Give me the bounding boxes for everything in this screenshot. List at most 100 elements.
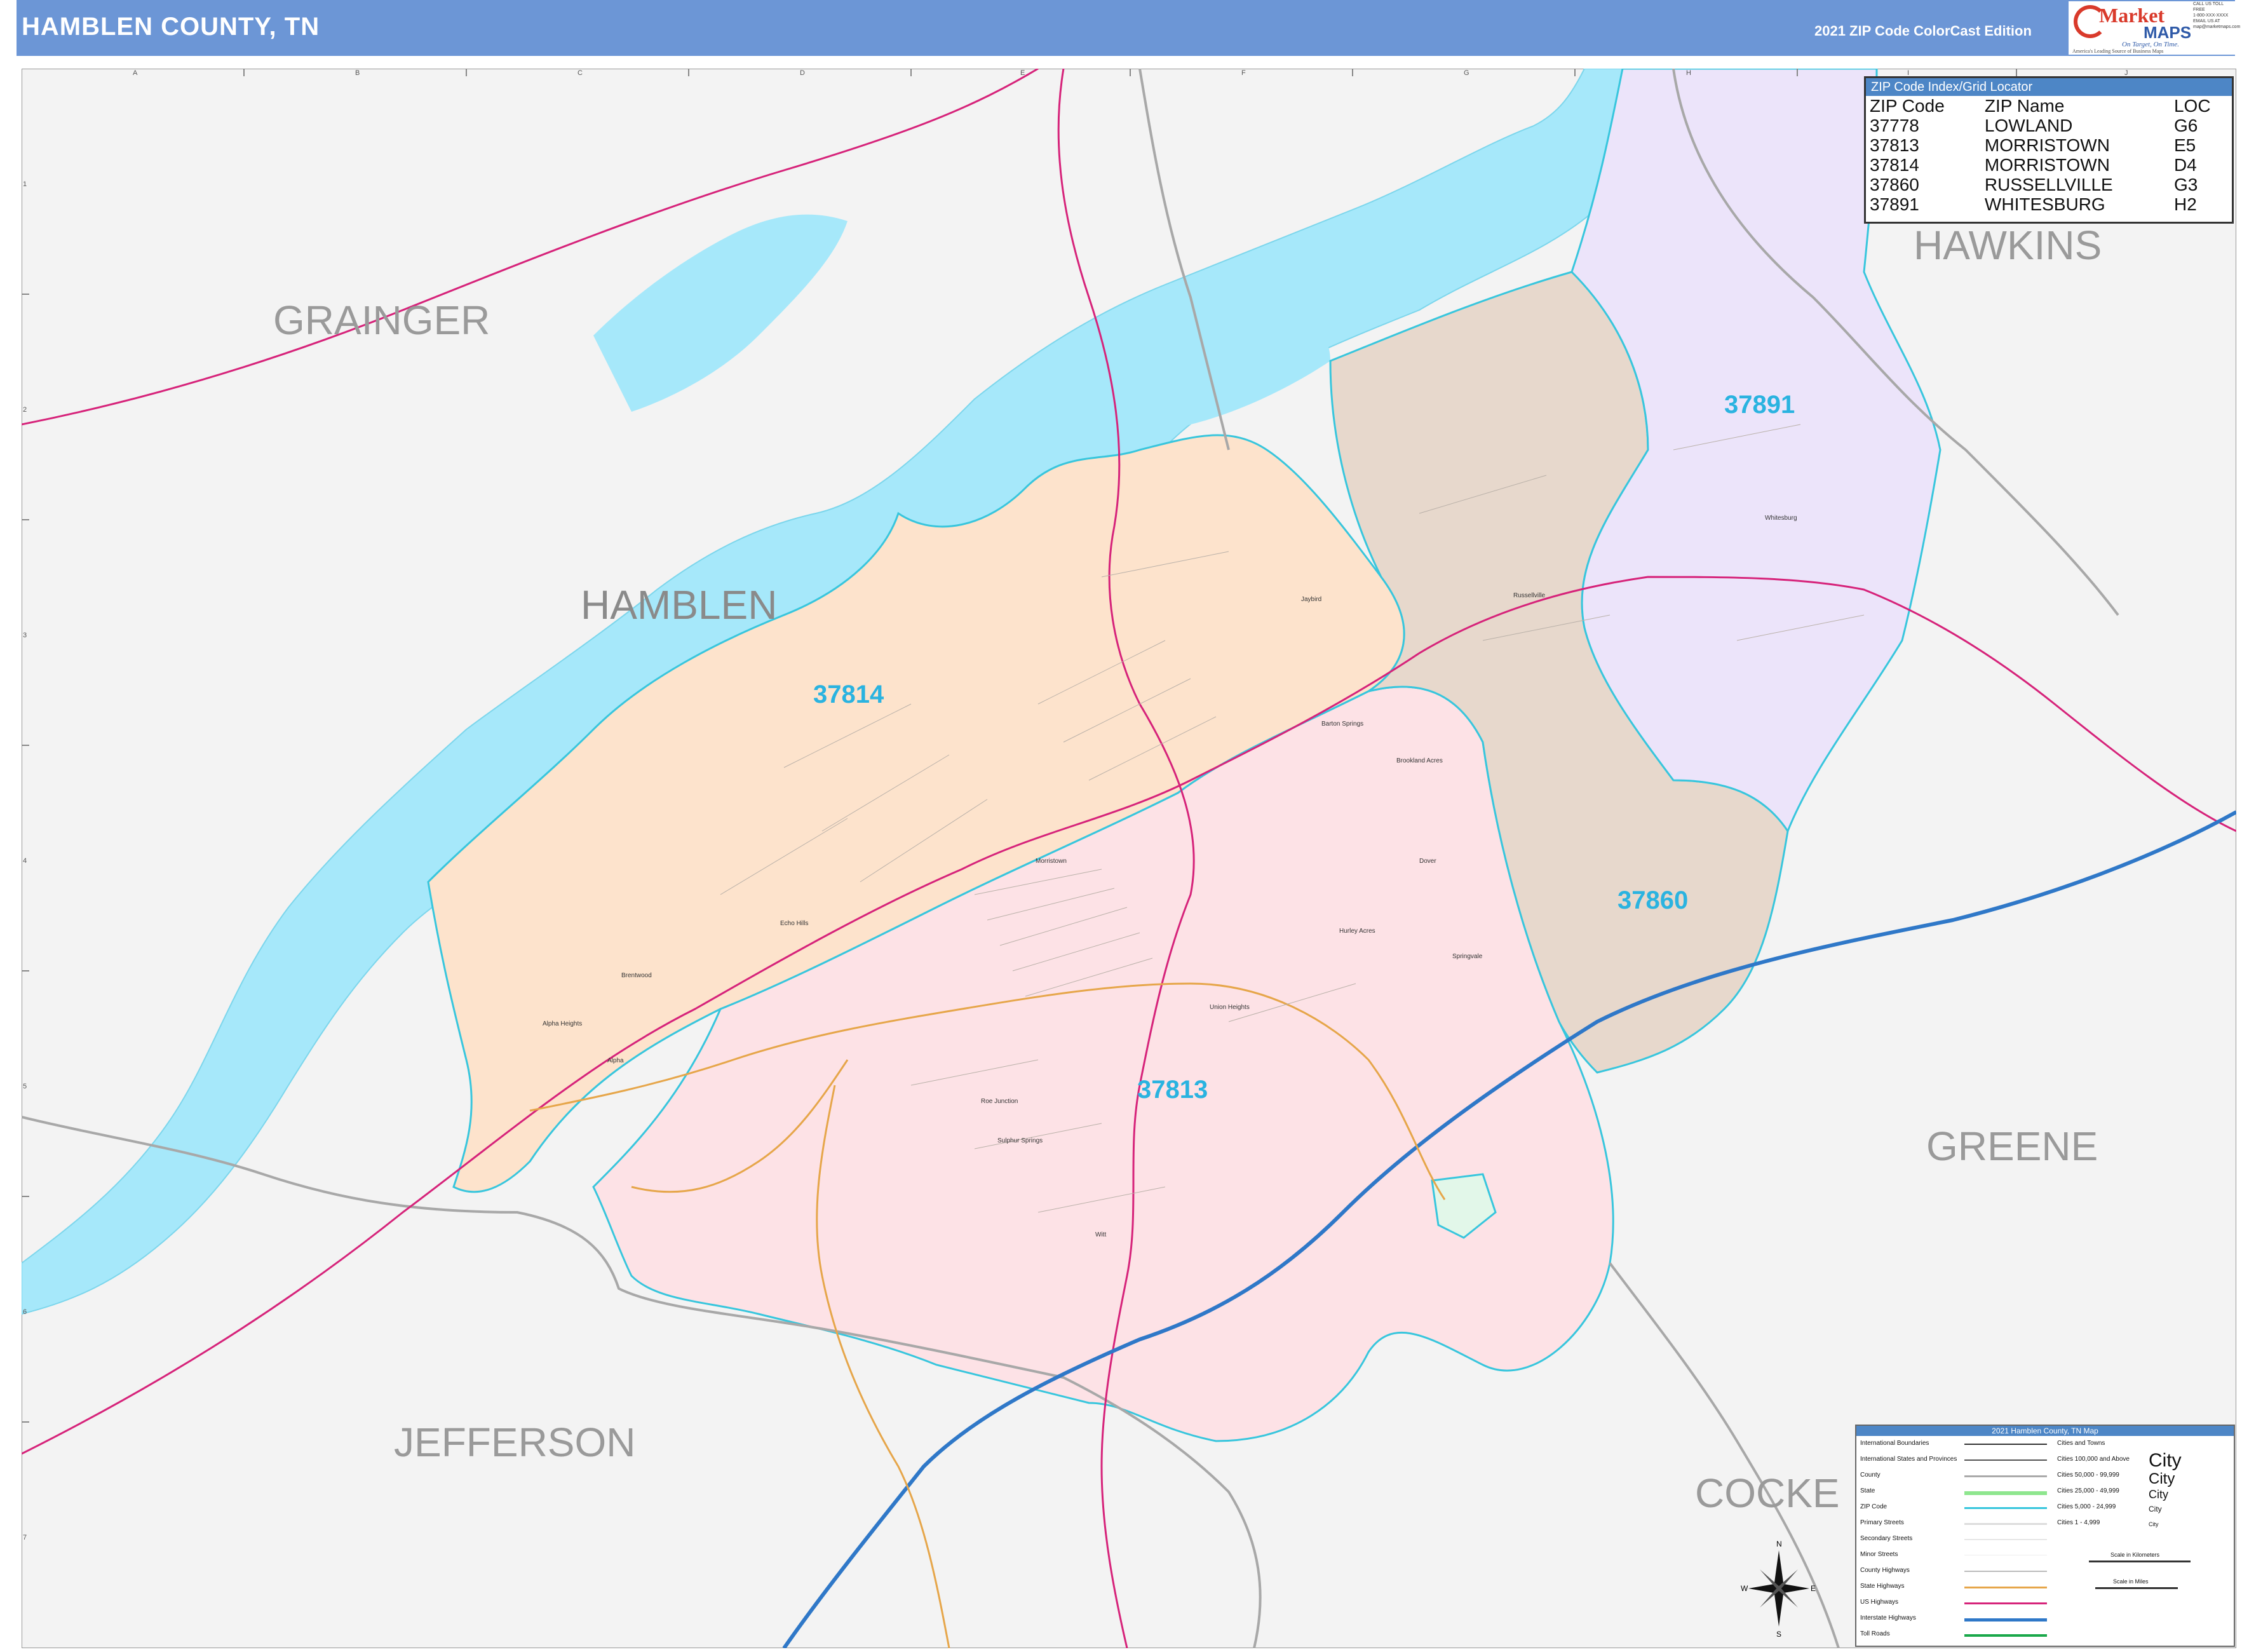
place-russellville: Russellville	[1513, 592, 1545, 599]
city-sample: City	[2149, 1505, 2162, 1513]
grid-row-3: 3	[23, 632, 27, 639]
city-sample: City	[2149, 1470, 2175, 1487]
legend-swatch	[1964, 1507, 2047, 1509]
scale-bar-km	[2089, 1561, 2191, 1562]
city-size-label: Cities 25,000 - 49,999	[2057, 1487, 2119, 1494]
zip-code-cell: 37860	[1870, 175, 1919, 194]
legend-swatch	[1964, 1634, 2047, 1637]
table-row: 37813 MORRISTOWN E5	[1866, 135, 2232, 155]
legend-item: Secondary Streets	[1860, 1535, 1913, 1542]
table-row: 37891 WHITESBURG H2	[1866, 194, 2232, 214]
legend-title: 2021 Hamblen County, TN Map	[1856, 1426, 2234, 1436]
zip-name-cell: WHITESBURG	[1984, 194, 2105, 214]
county-label-hamblen: HAMBLEN	[581, 582, 777, 628]
legend-swatch	[1964, 1523, 2047, 1525]
compass-e: E	[1811, 1584, 1816, 1593]
scale-bar-miles	[2095, 1587, 2178, 1589]
city-size-label: Cities 1 - 4,999	[2057, 1519, 2100, 1526]
table-row: 37778 LOWLAND G6	[1866, 116, 2232, 135]
county-label-grainger: GRAINGER	[273, 297, 490, 343]
legend-swatch	[1964, 1491, 2047, 1495]
place-hurley-acres: Hurley Acres	[1339, 928, 1375, 935]
city-sample-large: City	[2149, 1450, 2182, 1471]
map-title: HAMBLEN COUNTY, TN	[22, 13, 320, 41]
place-springvale: Springvale	[1452, 953, 1483, 960]
legend-item: Primary Streets	[1860, 1519, 1904, 1526]
map-header: HAMBLEN COUNTY, TN 2021 ZIP Code ColorCa…	[17, 0, 2235, 56]
grid-col-e: E	[1020, 69, 1025, 77]
zip-code-cell: 37891	[1870, 194, 1919, 214]
legend-item: Interstate Highways	[1860, 1615, 1916, 1622]
legend-item: State Highways	[1860, 1583, 1905, 1590]
legend-swatch	[1964, 1618, 2047, 1622]
legend-swatch	[1964, 1444, 2047, 1445]
grid-col-f: F	[1241, 69, 1246, 77]
loc-cell: H2	[2173, 194, 2197, 214]
contact-line: 1-800-XXX-XXXX	[2193, 13, 2229, 18]
city-size-label: Cities 50,000 - 99,999	[2057, 1472, 2119, 1479]
column-header: LOC	[2173, 96, 2211, 116]
column-header: ZIP Code	[1870, 96, 1945, 116]
county-label-greene: GREENE	[1926, 1123, 2098, 1169]
place-brookland-acres: Brookland Acres	[1396, 757, 1443, 764]
zip-index-header-row: ZIP Code ZIP Name LOC	[1866, 96, 2232, 116]
place-barton-springs: Barton Springs	[1321, 721, 1363, 728]
place-witt: Witt	[1095, 1231, 1106, 1238]
compass-rose-icon: N S W E	[1741, 1540, 1816, 1639]
table-row: 37814 MORRISTOWN D4	[1866, 155, 2232, 175]
place-echo-hills: Echo Hills	[780, 920, 808, 927]
zip-code-cell: 37814	[1870, 155, 1919, 175]
legend-item: State	[1860, 1487, 1875, 1494]
legend-item: County	[1860, 1472, 1881, 1479]
contact-line: EMAIL US AT	[2193, 19, 2220, 24]
legend-item: County Highways	[1860, 1567, 1910, 1574]
place-union-heights: Union Heights	[1210, 1004, 1250, 1011]
zip-index-table: ZIP Code Index/Grid Locator ZIP Code ZIP…	[1864, 76, 2234, 224]
loc-cell: D4	[2173, 155, 2197, 175]
zip-label-37813: 37813	[1137, 1076, 1208, 1104]
compass-w: W	[1741, 1584, 1748, 1593]
county-label-hawkins: HAWKINS	[1914, 222, 2102, 268]
county-map[interactable]: A B C D E F G H I J 1 2 3 4 5 6 7 GRAING…	[22, 69, 2236, 1648]
legend-item: International Boundaries	[1860, 1440, 1929, 1447]
scale-km-label: Scale in Kilometers	[2110, 1552, 2160, 1558]
zip-label-37860: 37860	[1617, 886, 1688, 914]
legend-swatch	[1964, 1459, 2047, 1461]
grid-row-4: 4	[23, 857, 27, 865]
grid-col-d: D	[800, 69, 805, 77]
county-label-cocke: COCKE	[1695, 1470, 1840, 1516]
place-brentwood: Brentwood	[621, 972, 652, 979]
market-maps-logo: Market MAPS On Target, On Time. America'…	[2069, 1, 2191, 55]
place-alpha-heights: Alpha Heights	[543, 1020, 582, 1027]
zip-index-title: ZIP Code Index/Grid Locator	[1866, 78, 2232, 96]
cities-header: Cities and Towns	[2057, 1440, 2105, 1447]
legend-swatch	[1964, 1539, 2047, 1540]
grid-row-5: 5	[23, 1083, 27, 1090]
contact-line: CALL US TOLL FREE	[2193, 2, 2224, 12]
logo-tagline: On Target, On Time.	[2122, 41, 2179, 48]
city-size-label: Cities 5,000 - 24,999	[2057, 1503, 2116, 1510]
place-dover: Dover	[1419, 858, 1436, 865]
legend-item: US Highways	[1860, 1599, 1899, 1606]
county-label-jefferson: JEFFERSON	[394, 1419, 635, 1465]
city-sample: City	[2149, 1488, 2168, 1501]
compass-n: N	[1776, 1540, 1782, 1548]
zip-index-grid: ZIP Code ZIP Name LOC 37778 LOWLAND G6 3…	[1866, 96, 2232, 214]
place-jaybird: Jaybird	[1301, 596, 1321, 603]
edition-label: 2021 ZIP Code ColorCast Edition	[1814, 23, 2032, 39]
column-header: ZIP Name	[1984, 96, 2065, 116]
zip-name-cell: RUSSELLVILLE	[1984, 175, 2113, 194]
grid-col-a: A	[133, 69, 138, 77]
compass-s: S	[1776, 1630, 1781, 1639]
grid-row-1: 1	[23, 180, 27, 188]
scale-miles-label: Scale in Miles	[2113, 1578, 2149, 1585]
logo-contact: CALL US TOLL FREE 1-800-XXX-XXXX EMAIL U…	[2191, 1, 2240, 55]
place-roe-junction: Roe Junction	[981, 1098, 1018, 1105]
grid-row-2: 2	[23, 406, 27, 414]
table-row: 37860 RUSSELLVILLE G3	[1866, 175, 2232, 194]
zip-code-cell: 37813	[1870, 135, 1919, 155]
logo-brand2: MAPS	[2144, 23, 2192, 42]
legend-item: International States and Provinces	[1860, 1456, 1957, 1463]
legend-swatch	[1964, 1587, 2047, 1588]
grid-row-6: 6	[23, 1308, 27, 1316]
